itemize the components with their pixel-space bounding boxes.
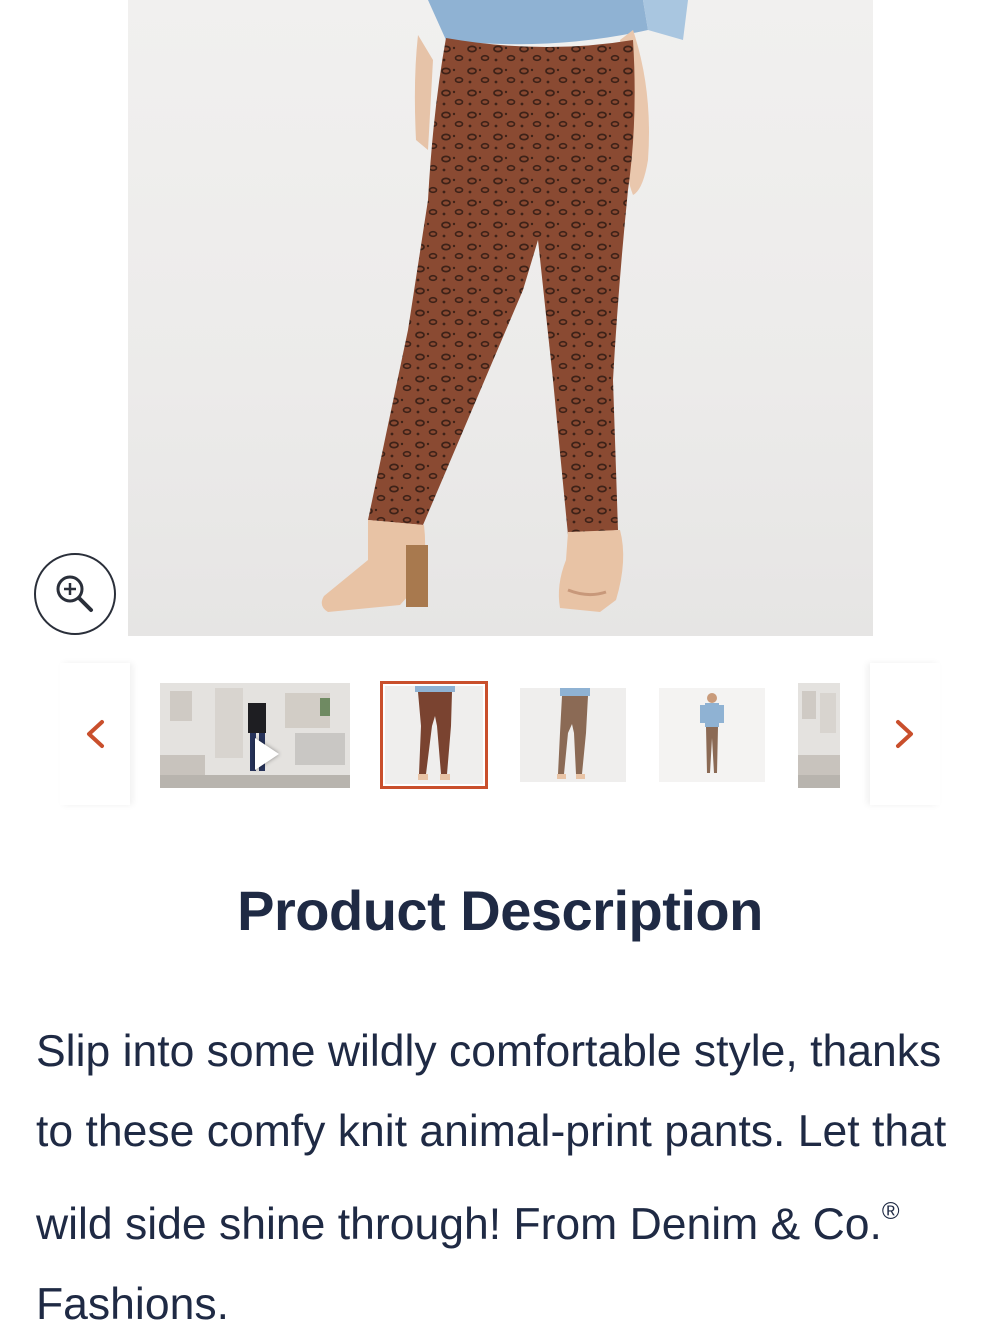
- thumbnail-room-scene: [160, 683, 350, 788]
- chevron-right-icon: [896, 720, 913, 748]
- model-illustration: [321, 0, 688, 612]
- registered-mark: ®: [881, 1198, 900, 1225]
- thumbnail-video-5-partial[interactable]: [798, 683, 840, 788]
- zoom-button[interactable]: [34, 553, 116, 635]
- thumbnail-room-scene-partial: [798, 683, 840, 788]
- thumbnail-pants-front: [385, 686, 483, 784]
- product-description-title: Product Description: [237, 879, 763, 942]
- thumbnail-image-4[interactable]: [659, 688, 765, 782]
- thumbnail-image-3[interactable]: [520, 688, 626, 782]
- thumbnail-pants-side: [520, 688, 626, 782]
- chevron-left-icon: [87, 720, 104, 748]
- main-product-image[interactable]: [128, 0, 873, 636]
- product-description-text: Slip into some wildly comfortable style,…: [36, 1012, 976, 1333]
- description-body-tail: Fashions.: [36, 1280, 229, 1329]
- thumbnail-carousel: [60, 663, 940, 805]
- thumbnail-full-body: [659, 688, 765, 782]
- play-icon: [255, 738, 279, 770]
- zoom-in-icon: [56, 575, 93, 612]
- carousel-prev-button[interactable]: [60, 663, 130, 805]
- product-page: Product Description Slip into some wildl…: [0, 0, 1000, 1333]
- thumbnail-image-2-selected[interactable]: [380, 681, 488, 789]
- description-body: Slip into some wildly comfortable style,…: [36, 1027, 947, 1249]
- thumbnail-video-1[interactable]: [160, 683, 350, 788]
- carousel-next-button[interactable]: [870, 663, 940, 805]
